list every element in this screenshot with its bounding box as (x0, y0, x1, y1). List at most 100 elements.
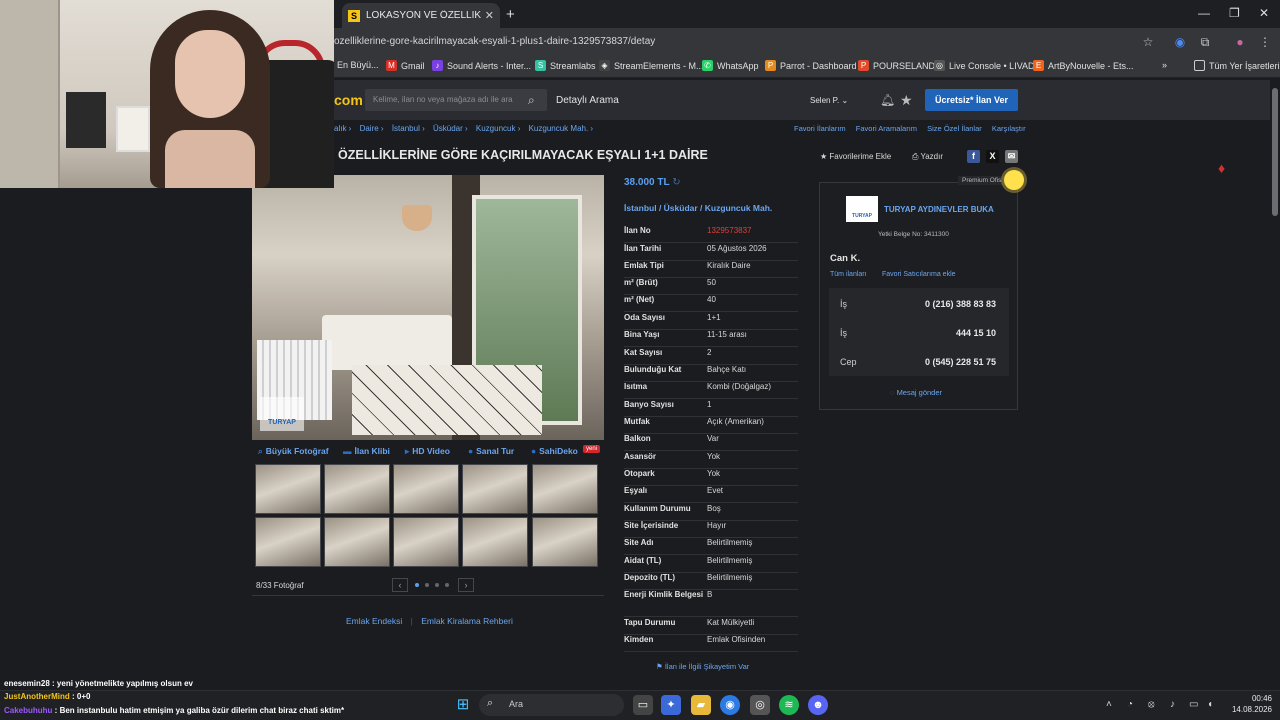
breadcrumb-item[interactable]: alık › (334, 124, 351, 133)
browser-tab[interactable]: S LOKASYON VE ÖZELLİKLERİNE ✕ (342, 3, 500, 28)
compare-link[interactable]: Karşılaştır (992, 124, 1026, 133)
photo-thumbnail[interactable] (462, 517, 528, 567)
bookmark-streamlabs[interactable]: S Streamlabs (535, 60, 596, 71)
profile-avatar-icon[interactable]: ● (1233, 35, 1247, 49)
phone-number[interactable]: 0 (216) 388 83 83 (925, 299, 996, 309)
search-icon: ⌕ (487, 697, 494, 709)
bookmarks-overflow-icon[interactable]: » (1162, 60, 1167, 70)
photo-thumbnail[interactable] (532, 517, 598, 567)
bookmark-gmail[interactable]: M Gmail (386, 60, 425, 71)
photo-thumbnail[interactable] (255, 464, 321, 514)
breadcrumb-item[interactable]: Üsküdar › (433, 124, 468, 133)
main-photo[interactable]: TURYAP (252, 175, 604, 440)
clock[interactable]: 00:46 14.08.2026 (1226, 693, 1272, 715)
puzzle-icon[interactable]: ⧉ (1198, 35, 1212, 49)
new-tab-button[interactable]: + (506, 6, 515, 23)
site-logo[interactable]: com (334, 92, 363, 108)
photo-thumbnail[interactable] (393, 464, 459, 514)
special-listings-link[interactable]: Size Özel İlanlar (927, 124, 982, 133)
facebook-icon[interactable]: f (967, 150, 980, 163)
tab-sahideko[interactable]: ● SahiDeko (531, 446, 578, 456)
all-bookmarks[interactable]: Tüm Yer İşaretleri (1194, 60, 1280, 71)
taskbar-search[interactable]: Ara (479, 694, 624, 716)
breadcrumb-item[interactable]: Kuzguncuk › (476, 124, 520, 133)
volume-icon[interactable]: ◖ (1207, 699, 1213, 710)
microphone-icon[interactable]: ♪ (1170, 699, 1175, 710)
all-listings-link[interactable]: Tüm ilanları (830, 271, 867, 278)
windows-start-icon[interactable]: ⊞ (453, 695, 473, 715)
discord-icon[interactable]: ☻ (808, 695, 828, 715)
photo-thumbnail[interactable] (324, 464, 390, 514)
detail-label: İlan Tarihi (624, 244, 662, 253)
minimize-icon[interactable]: — (1198, 6, 1210, 20)
scrollbar-thumb[interactable] (1272, 88, 1278, 216)
tab-listing-clip[interactable]: ▬ İlan Klibi (343, 446, 390, 456)
photo-thumbnail[interactable] (324, 517, 390, 567)
photo-thumbnail[interactable] (255, 517, 321, 567)
rental-guide-link[interactable]: Emlak Kiralama Rehberi (421, 616, 513, 626)
close-window-icon[interactable]: ✕ (1259, 6, 1269, 20)
search-input[interactable]: Kelime, ilan no veya mağaza adı ile ara (365, 89, 547, 111)
tab-virtual-tour[interactable]: ● Sanal Tur (468, 446, 514, 456)
breadcrumb-item[interactable]: İstanbul › (392, 124, 425, 133)
email-icon[interactable]: ✉ (1005, 150, 1018, 163)
maximize-icon[interactable]: ❐ (1229, 6, 1240, 20)
add-fav-seller-link[interactable]: Favori Satıcılarıma ekle (882, 271, 956, 278)
office-logo[interactable]: TURYAP (846, 196, 878, 222)
fav-listings-link[interactable]: Favori İlanlarım (794, 124, 846, 133)
spotify-icon[interactable]: ≋ (779, 695, 799, 715)
emlak-endeksi-link[interactable]: Emlak Endeksi (346, 616, 402, 626)
task-view-icon[interactable]: ▭ (633, 695, 653, 715)
fav-searches-link[interactable]: Favori Aramalarım (856, 124, 917, 133)
photo-thumbnail[interactable] (393, 517, 459, 567)
bookmark-item[interactable]: En Büyü... (337, 60, 379, 70)
obs-icon[interactable]: ◎ (750, 695, 770, 715)
search-icon[interactable]: ⌕ (528, 93, 535, 108)
bookmark-streamelements[interactable]: ◈ StreamElements - M... (599, 60, 704, 71)
detail-label: Bina Yaşı (624, 330, 660, 339)
bookmark-parrot[interactable]: P Parrot - Dashboard (765, 60, 857, 71)
x-twitter-icon[interactable]: X (986, 150, 999, 163)
tab-hd-video[interactable]: ▸ HD Video (405, 446, 450, 457)
breadcrumb-item[interactable]: Daire › (360, 124, 384, 133)
bookmark-pourseland[interactable]: P POURSELAND (858, 60, 935, 71)
extension-icon[interactable]: ◉ (1173, 35, 1187, 49)
bookmark-star-icon[interactable]: ☆ (1141, 35, 1155, 49)
post-listing-button[interactable]: Ücretsiz* İlan Ver (925, 89, 1018, 111)
advanced-search-link[interactable]: Detaylı Arama (556, 95, 619, 106)
office-name[interactable]: TURYAP AYDINEVLER BUKA (884, 205, 994, 214)
tab-big-photo[interactable]: ⌕ Büyük Fotoğraf (258, 446, 329, 457)
url-field[interactable]: ozelliklerine-gore-kacirilmayacak-esyali… (334, 36, 655, 47)
photo-thumbnail[interactable] (462, 464, 528, 514)
detail-value: 2 (707, 348, 712, 357)
tray-overflow-icon[interactable]: ˄ (1106, 699, 1112, 710)
detail-label: Otopark (624, 469, 655, 478)
chrome-icon[interactable]: ◉ (720, 695, 740, 715)
bookmark-livad[interactable]: ◎ Live Console • LIVAD (934, 60, 1035, 71)
user-menu[interactable]: Selen P. ⌄ (810, 96, 848, 105)
report-listing-link[interactable]: ⚑ İlan ile İlgili Şikayetim Var (656, 662, 749, 671)
phone-number[interactable]: 444 15 10 (956, 328, 996, 338)
bookmark-etsy[interactable]: E ArtByNouvelle - Ets... (1033, 60, 1134, 71)
bookmark-whatsapp[interactable]: ✆ WhatsApp (702, 60, 759, 71)
star-icon[interactable]: ★ (900, 92, 913, 109)
file-explorer-icon[interactable]: ▰ (691, 695, 711, 715)
alert-icon[interactable]: ♦ (1218, 160, 1225, 176)
phone-number[interactable]: 0 (545) 228 51 75 (925, 357, 996, 367)
bell-icon[interactable]: 🔔︎ (880, 93, 895, 107)
network-icon[interactable]: ◔ (1127, 699, 1133, 710)
mute-icon[interactable]: ⦻ (1148, 699, 1155, 710)
copilot-icon[interactable]: ✦ (661, 695, 681, 715)
bookmark-sound-alerts[interactable]: ♪ Sound Alerts - Inter... (432, 60, 531, 71)
close-tab-icon[interactable]: ✕ (485, 9, 494, 22)
photo-thumbnail[interactable] (532, 464, 598, 514)
breadcrumb-item[interactable]: Kuzguncuk Mah. › (529, 124, 593, 133)
display-icon[interactable]: ▭ (1189, 699, 1198, 710)
send-message-link[interactable]: ◌ Mesaj gönder (890, 388, 942, 397)
prev-page-icon[interactable]: ‹ (392, 578, 408, 592)
location-links[interactable]: İstanbul / Üsküdar / Kuzguncuk Mah. (624, 203, 772, 213)
add-favorite-button[interactable]: ★ Favorilerime Ekle (820, 152, 891, 161)
menu-dots-icon[interactable]: ⋮ (1258, 35, 1272, 49)
print-button[interactable]: ⎙ Yazdır (912, 152, 943, 162)
next-page-icon[interactable]: › (458, 578, 474, 592)
